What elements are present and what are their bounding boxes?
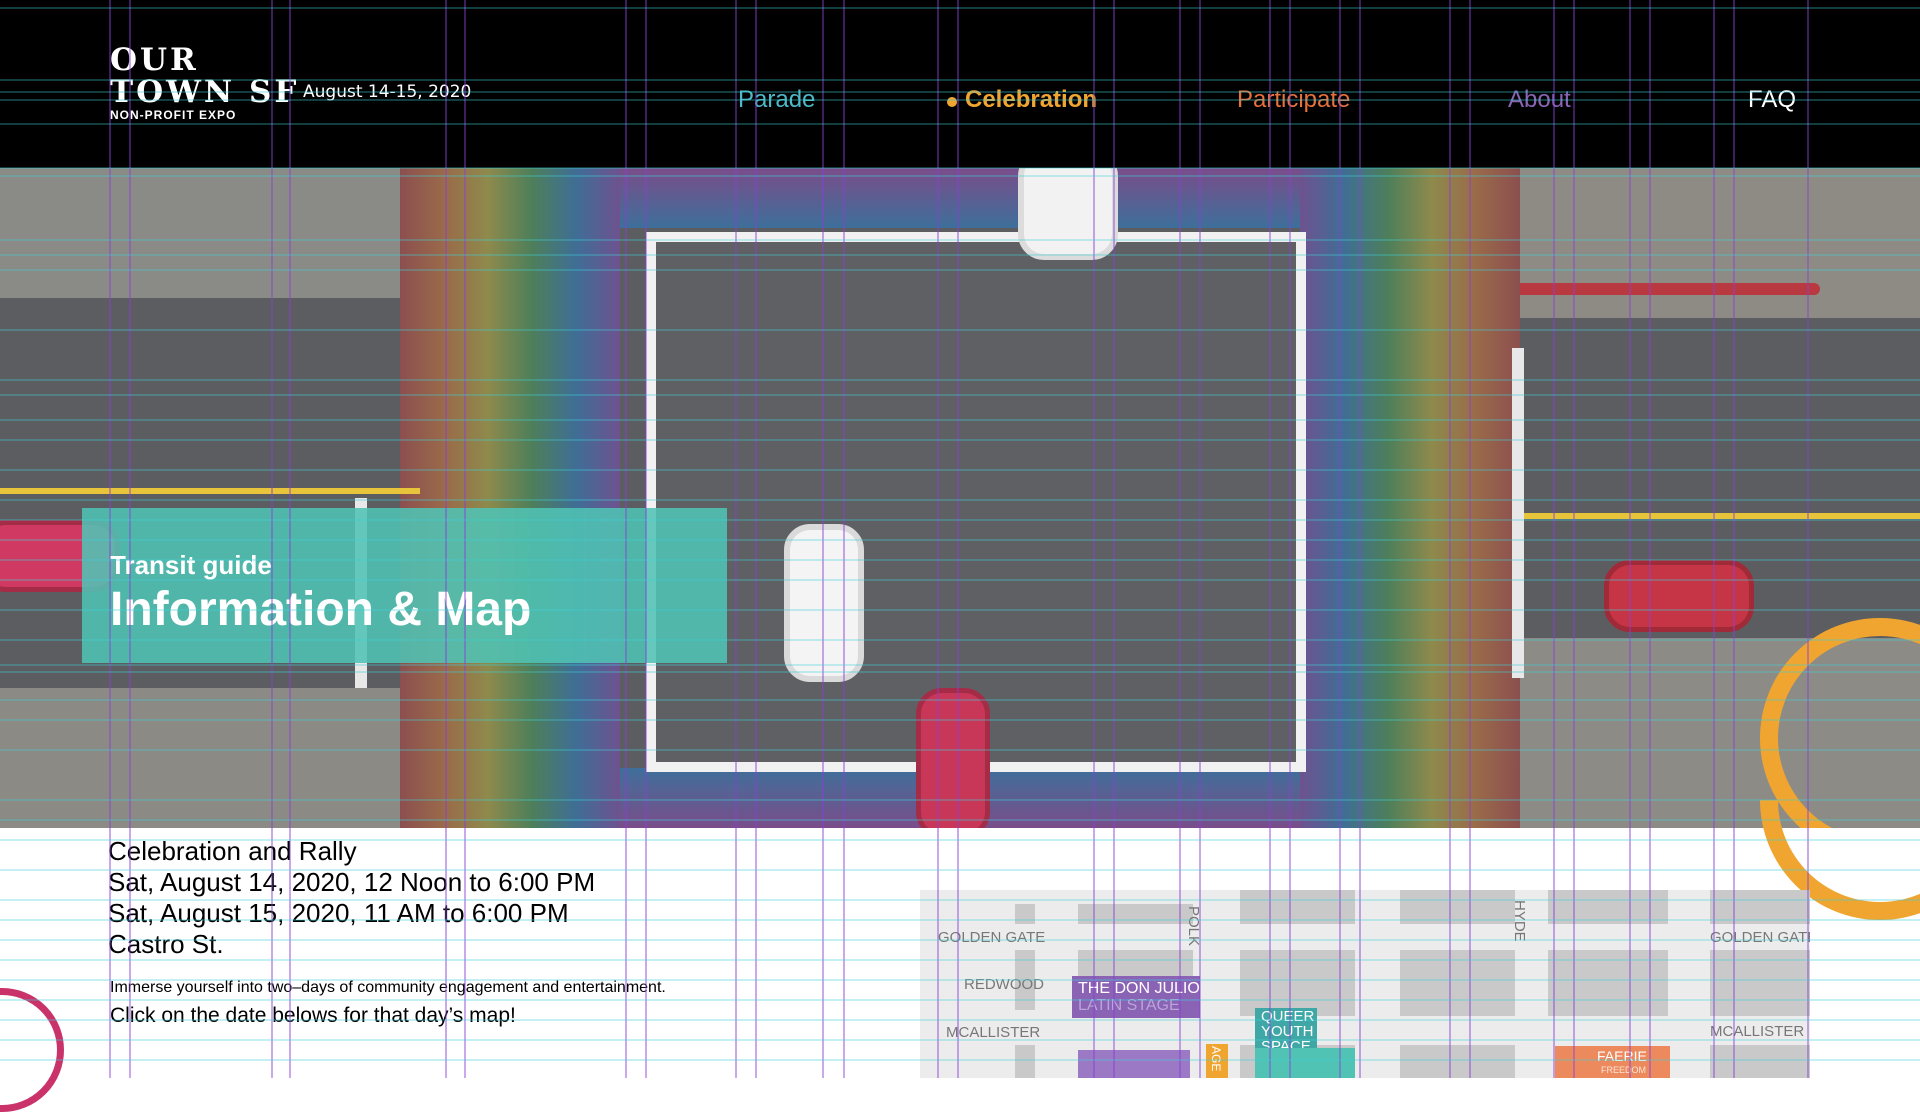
street-label-polk: POLK: [1185, 906, 1202, 947]
map-teal-block: [1255, 1048, 1355, 1078]
logo[interactable]: OUR TOWN SF NON-PROFIT EXPO: [110, 44, 299, 122]
event-date-1[interactable]: Sat, August 14, 2020, 12 Noon to 6:00 PM: [108, 867, 595, 898]
nav-parade[interactable]: Parade: [738, 86, 815, 114]
active-dot-icon: [947, 97, 957, 107]
logo-subtitle: NON-PROFIT EXPO: [110, 108, 237, 122]
map-block: [1078, 904, 1193, 924]
sidewalk-top-left: [0, 168, 420, 298]
map-block: [1015, 1045, 1035, 1078]
map-block: [1400, 950, 1515, 1016]
rainbow-crosswalk-right: [1300, 168, 1520, 828]
map-block: [1710, 1045, 1810, 1078]
map-block: [1240, 950, 1355, 1016]
nav-about[interactable]: About: [1508, 86, 1571, 114]
map-block: [1400, 1045, 1515, 1078]
nav-celebration[interactable]: Celebration: [965, 86, 1097, 114]
map-block: [1400, 890, 1515, 924]
street-label-hyde: HYDE: [1511, 900, 1528, 942]
stage-age-label: AGE: [1209, 1046, 1223, 1072]
map-purple-block: [1078, 1050, 1190, 1078]
event-date-2[interactable]: Sat, August 15, 2020, 11 AM to 6:00 PM: [108, 898, 569, 929]
map-block: [1548, 950, 1668, 1016]
map-block: [1548, 890, 1668, 924]
stage-don-julio-label-2: LATIN STAGE: [1078, 997, 1180, 1014]
map-block: [1710, 950, 1810, 1016]
logo-line-2: TOWN SF: [110, 74, 300, 110]
stage-faerie-sublabel: FREEDOM: [1601, 1065, 1646, 1075]
hero-kicker: Transit guide: [110, 550, 272, 580]
stage-faerie[interactable]: FAERIE FREEDOM: [1555, 1046, 1670, 1078]
sidewalk-top-right: [1470, 168, 1920, 318]
nav-faq[interactable]: FAQ: [1748, 86, 1796, 114]
street-label-redwood: REDWOOD: [964, 976, 1044, 993]
crosswalk-white-right: [1512, 348, 1524, 678]
hero-title-panel: Transit guide Information & Map: [82, 508, 727, 663]
map-block: [1710, 890, 1810, 924]
street-label-golden-gate-right: GOLDEN GATE: [1710, 929, 1810, 946]
map-block: [1240, 890, 1355, 924]
car-white-top: [1018, 168, 1118, 260]
car-red-bottom: [916, 688, 990, 828]
hero-title: Information & Map: [110, 583, 532, 636]
street-label-mcallister-right: MCALLISTER: [1710, 1023, 1805, 1040]
map-instruction: Click on the date belows for that day’s …: [110, 1004, 516, 1027]
site-header: OUR TOWN SF NON-PROFIT EXPO August 14-15…: [0, 0, 1920, 168]
logo-line-1: OUR: [110, 42, 199, 78]
curb-red-right: [1490, 283, 1820, 295]
event-name: Celebration and Rally: [108, 836, 357, 866]
rainbow-crosswalk-left: [400, 168, 620, 828]
street-label-mcallister: MCALLISTER: [946, 1024, 1041, 1041]
stage-don-julio-label-1: THE DON JULIO: [1078, 980, 1200, 997]
map-block: [1015, 904, 1035, 924]
event-location: Castro St.: [108, 929, 224, 959]
street-label-golden-gate: GOLDEN GATE: [938, 929, 1046, 946]
nav-participate[interactable]: Participate: [1237, 86, 1350, 114]
car-red-right: [1604, 560, 1754, 632]
lane-line-left: [0, 488, 420, 494]
rainbow-crosswalk-top: [540, 168, 1360, 228]
stage-age[interactable]: AGE: [1206, 1044, 1228, 1078]
event-map[interactable]: GOLDEN GATE REDWOOD MCALLISTER POLK HYDE…: [920, 890, 1810, 1078]
lane-line-right: [1520, 513, 1920, 519]
event-date: August 14-15, 2020: [303, 82, 472, 102]
event-description: Immerse yourself into two–days of commun…: [110, 979, 666, 996]
stage-don-julio[interactable]: THE DON JULIO LATIN STAGE: [1072, 976, 1200, 1018]
car-white-center: [784, 524, 864, 682]
pink-arc-decoration: [0, 988, 64, 1112]
hero-aerial-image: Transit guide Information & Map: [0, 168, 1920, 828]
